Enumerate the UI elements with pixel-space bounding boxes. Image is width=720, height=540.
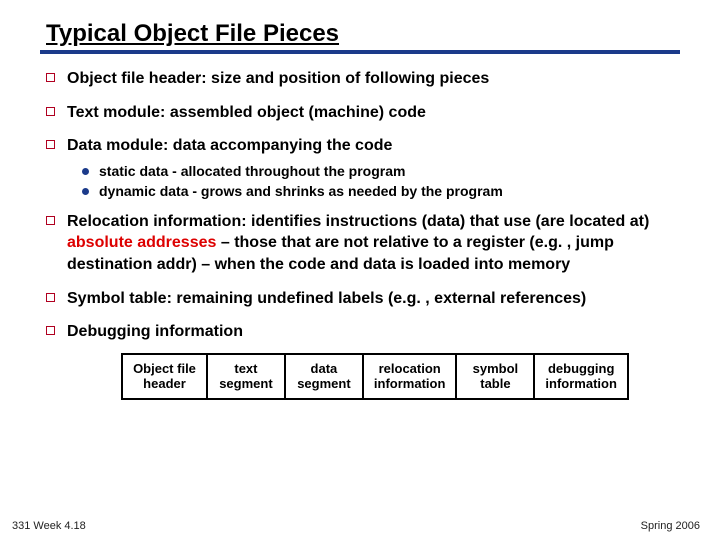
- square-bullet-icon: [46, 293, 55, 302]
- slide-title: Typical Object File Pieces: [46, 20, 680, 48]
- box-line1: data: [311, 361, 338, 376]
- bullet-header: Object file header: size and position of…: [46, 68, 680, 90]
- box-data-segment: datasegment: [284, 353, 362, 400]
- bullet-debugging: Debugging information: [46, 321, 680, 343]
- bullet-relocation: Relocation information: identifies instr…: [46, 211, 680, 276]
- bullet-text: Symbol table: remaining undefined labels…: [67, 288, 586, 310]
- square-bullet-icon: [46, 326, 55, 335]
- box-line2: header: [143, 376, 186, 391]
- box-line1: relocation: [379, 361, 441, 376]
- bullet-text: Debugging information: [67, 321, 243, 343]
- box-line2: segment: [219, 376, 272, 391]
- footer-left: 331 Week 4.18: [12, 520, 86, 532]
- subitem-dynamic: dynamic data - grows and shrinks as need…: [82, 183, 680, 199]
- sublist-data-module: static data - allocated throughout the p…: [82, 163, 680, 199]
- layout-boxes: Object fileheader textsegment datasegmen…: [70, 353, 680, 400]
- box-line2: information: [374, 376, 446, 391]
- reloc-highlight: absolute addresses: [67, 234, 216, 251]
- footer: 331 Week 4.18 Spring 2006: [12, 520, 700, 532]
- bullet-symbol-table: Symbol table: remaining undefined labels…: [46, 288, 680, 310]
- square-bullet-icon: [46, 73, 55, 82]
- box-debugging-info: debugginginformation: [533, 353, 629, 400]
- box-relocation-info: relocationinformation: [362, 353, 456, 400]
- dot-bullet-icon: [82, 168, 89, 175]
- square-bullet-icon: [46, 107, 55, 116]
- title-rule: [40, 50, 680, 54]
- subitem-static: static data - allocated throughout the p…: [82, 163, 680, 179]
- box-line1: Object file: [133, 361, 196, 376]
- square-bullet-icon: [46, 140, 55, 149]
- dot-bullet-icon: [82, 188, 89, 195]
- bullet-text: Text module: assembled object (machine) …: [67, 102, 426, 124]
- box-line1: debugging: [548, 361, 614, 376]
- subitem-text: static data - allocated throughout the p…: [99, 163, 405, 179]
- box-line1: symbol: [473, 361, 519, 376]
- square-bullet-icon: [46, 216, 55, 225]
- footer-right: Spring 2006: [641, 520, 700, 532]
- box-object-file-header: Object fileheader: [121, 353, 206, 400]
- box-line1: text: [234, 361, 257, 376]
- bullet-text: Data module: data accompanying the code: [67, 135, 392, 157]
- bullet-data-module: Data module: data accompanying the code: [46, 135, 680, 157]
- reloc-pre: Relocation information: identifies instr…: [67, 213, 649, 230]
- bullet-text: Relocation information: identifies instr…: [67, 211, 680, 276]
- subitem-text: dynamic data - grows and shrinks as need…: [99, 183, 503, 199]
- box-symbol-table: symboltable: [455, 353, 533, 400]
- bullet-text-module: Text module: assembled object (machine) …: [46, 102, 680, 124]
- box-text-segment: textsegment: [206, 353, 284, 400]
- box-line2: information: [545, 376, 617, 391]
- box-line2: table: [480, 376, 510, 391]
- box-line2: segment: [297, 376, 350, 391]
- bullet-text: Object file header: size and position of…: [67, 68, 489, 90]
